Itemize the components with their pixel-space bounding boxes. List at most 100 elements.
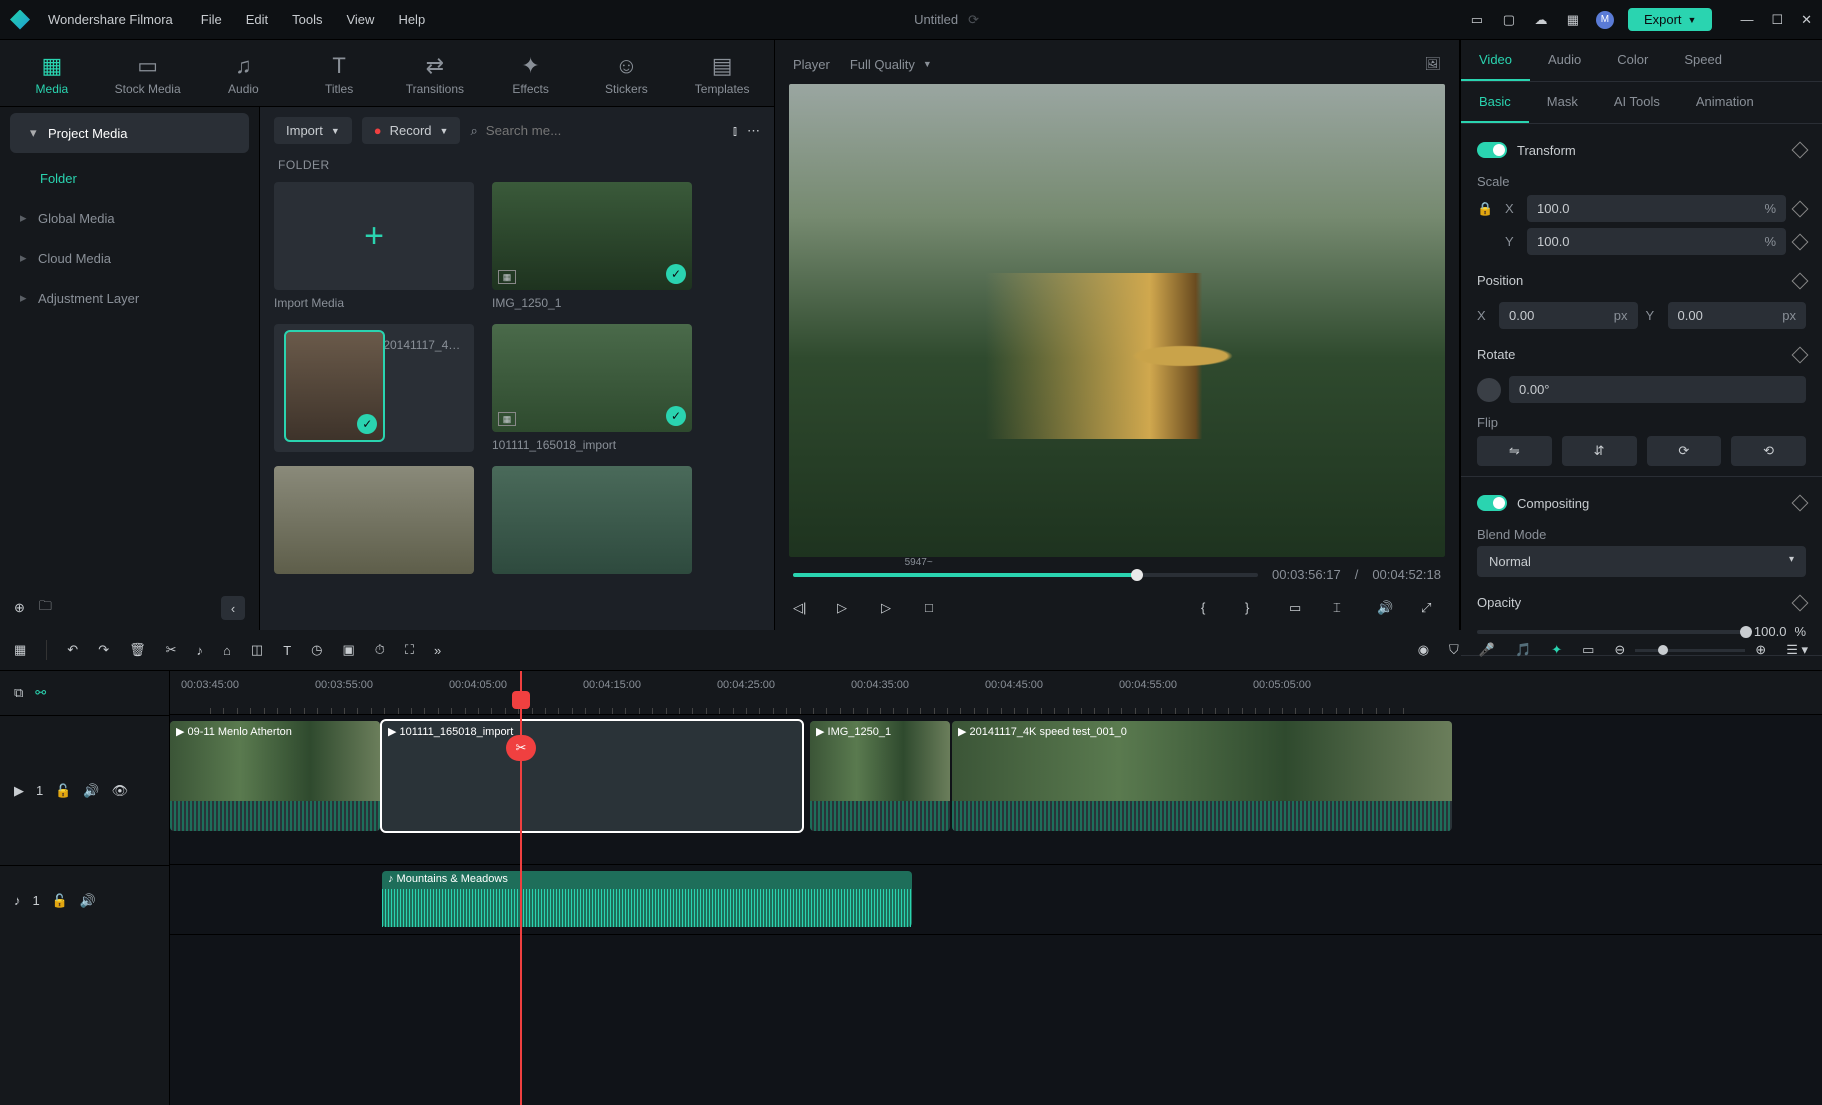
maximize-button[interactable]: ☐ bbox=[1771, 12, 1783, 28]
sidebar-global-media[interactable]: ▸Global Media bbox=[0, 198, 259, 238]
compositing-toggle[interactable] bbox=[1477, 495, 1507, 511]
module-media[interactable]: ▦Media bbox=[4, 46, 100, 106]
menu-file[interactable]: File bbox=[201, 12, 222, 27]
module-stock-media[interactable]: ▭Stock Media bbox=[100, 46, 196, 106]
menu-view[interactable]: View bbox=[346, 12, 374, 27]
media-thumb[interactable]: ▦✓ IMG_1250_1 bbox=[492, 182, 692, 310]
volume-icon[interactable]: 🔊 bbox=[1377, 600, 1397, 620]
sidebar-adjustment-layer[interactable]: ▸Adjustment Layer bbox=[0, 278, 259, 318]
module-effects[interactable]: ✦Effects bbox=[483, 46, 579, 106]
avatar[interactable]: M bbox=[1596, 11, 1614, 29]
collapse-sidebar-button[interactable]: ‹ bbox=[221, 596, 245, 620]
crop-icon[interactable]: ◫ bbox=[251, 642, 263, 658]
play-pause-button[interactable]: ▷ bbox=[837, 600, 857, 620]
menu-tools[interactable]: Tools bbox=[292, 12, 322, 27]
display-icon[interactable]: ▭ bbox=[1289, 600, 1309, 620]
text-icon[interactable]: T bbox=[283, 643, 291, 658]
layout-icon[interactable]: ▦ bbox=[14, 642, 26, 658]
lock-icon[interactable]: 🔒 bbox=[1477, 201, 1497, 217]
timer-icon[interactable]: ⏱ bbox=[375, 642, 385, 658]
more-icon[interactable]: ⋯ bbox=[747, 123, 760, 139]
apps-icon[interactable]: ▦ bbox=[1564, 11, 1582, 29]
timeline-clip[interactable]: ▶ 101111_165018_import bbox=[382, 721, 802, 831]
position-x-input[interactable]: 0.00px bbox=[1499, 302, 1638, 329]
audio-clip[interactable]: ♪ Mountains & Meadows bbox=[382, 871, 912, 927]
redo-button[interactable]: ↷ bbox=[98, 642, 109, 658]
split-button[interactable]: ✂ bbox=[166, 642, 177, 658]
timeline-options-icon[interactable]: ⧉ bbox=[14, 685, 23, 701]
undo-button[interactable]: ↶ bbox=[67, 642, 78, 658]
device-icon[interactable]: ▭ bbox=[1468, 11, 1486, 29]
stop-button[interactable]: □ bbox=[925, 600, 945, 620]
subtab-basic[interactable]: Basic bbox=[1461, 82, 1529, 123]
menu-help[interactable]: Help bbox=[398, 12, 425, 27]
playhead[interactable]: ✂ bbox=[520, 671, 522, 1105]
mark-out-button[interactable]: } bbox=[1245, 600, 1265, 620]
folder-icon[interactable]: 🗀 bbox=[39, 597, 52, 619]
lock-icon[interactable]: 🔓 bbox=[55, 783, 71, 799]
color-icon[interactable]: ▣ bbox=[342, 642, 354, 658]
menu-edit[interactable]: Edit bbox=[246, 12, 268, 27]
zoom-out-button[interactable]: ⊖ bbox=[1614, 642, 1625, 658]
snapshot-icon[interactable]: 🖼 bbox=[1424, 56, 1441, 72]
mic-icon[interactable]: 🎤 bbox=[1479, 642, 1495, 658]
flip-v-button[interactable]: ⇵ bbox=[1562, 436, 1637, 466]
ratio-icon[interactable]: ▭ bbox=[1582, 642, 1594, 658]
import-dropdown[interactable]: Import▼ bbox=[274, 117, 352, 144]
effect-icon[interactable]: ✦ bbox=[1551, 642, 1562, 658]
media-thumb[interactable] bbox=[274, 466, 474, 580]
next-frame-button[interactable]: ▷ bbox=[881, 600, 901, 620]
opacity-slider[interactable] bbox=[1477, 630, 1746, 634]
scale-x-input[interactable]: 100.0% bbox=[1527, 195, 1786, 222]
timeline-clip[interactable]: ▶ 09-11 Menlo Atherton bbox=[170, 721, 380, 831]
sidebar-project-media[interactable]: ▾Project Media bbox=[10, 113, 249, 153]
marker-icon[interactable]: ◉ bbox=[1418, 642, 1429, 658]
zoom-slider[interactable] bbox=[1635, 649, 1745, 652]
audio-icon[interactable]: ♪ bbox=[197, 643, 204, 658]
transform-toggle[interactable] bbox=[1477, 142, 1507, 158]
record-dropdown[interactable]: ●Record▼ bbox=[362, 117, 461, 144]
import-media-tile[interactable]: + Import Media bbox=[274, 182, 474, 310]
subtab-animation[interactable]: Animation bbox=[1678, 82, 1772, 123]
expand-icon[interactable]: ⛶ bbox=[405, 642, 414, 658]
sidebar-cloud-media[interactable]: ▸Cloud Media bbox=[0, 238, 259, 278]
video-track-header[interactable]: ▶1 🔓 🔊 👁 bbox=[0, 715, 169, 865]
keyframe-icon[interactable] bbox=[1792, 594, 1809, 611]
tab-color[interactable]: Color bbox=[1599, 40, 1666, 81]
media-thumb[interactable]: ▦✓ 101111_165018_import bbox=[492, 324, 692, 452]
tab-video[interactable]: Video bbox=[1461, 40, 1530, 81]
filter-icon[interactable]: ⫾ bbox=[733, 123, 737, 139]
tag-icon[interactable]: ⌂ bbox=[223, 643, 231, 658]
cloud-icon[interactable]: ☁ bbox=[1532, 11, 1550, 29]
module-templates[interactable]: ▤Templates bbox=[674, 46, 770, 106]
music-icon[interactable]: 🎵 bbox=[1515, 642, 1531, 658]
new-folder-icon[interactable]: ⊕ bbox=[14, 600, 25, 616]
timeline-clip[interactable]: ▶ IMG_1250_1 bbox=[810, 721, 950, 831]
media-thumb[interactable]: ✓ 20141117_4K speed test_00... bbox=[274, 324, 474, 452]
prev-frame-button[interactable]: ◁| bbox=[793, 600, 813, 620]
keyframe-icon[interactable] bbox=[1792, 495, 1809, 512]
mute-icon[interactable]: 🔊 bbox=[80, 893, 96, 909]
keyframe-icon[interactable] bbox=[1792, 142, 1809, 159]
module-titles[interactable]: TTitles bbox=[291, 46, 387, 106]
tab-audio[interactable]: Audio bbox=[1530, 40, 1599, 81]
scissors-icon[interactable]: ✂ bbox=[506, 735, 536, 761]
position-y-input[interactable]: 0.00px bbox=[1668, 302, 1807, 329]
preview-viewport[interactable] bbox=[789, 84, 1445, 557]
visibility-icon[interactable]: 👁 bbox=[112, 783, 129, 799]
audio-track-header[interactable]: ♪1 🔓 🔊 bbox=[0, 865, 169, 935]
subtab-aitools[interactable]: AI Tools bbox=[1596, 82, 1678, 123]
scale-y-input[interactable]: 100.0% bbox=[1527, 228, 1786, 255]
list-icon[interactable]: ☰ ▾ bbox=[1786, 642, 1808, 658]
rotate-input[interactable]: 0.00° bbox=[1509, 376, 1806, 403]
link-icon[interactable]: ⚯ bbox=[35, 685, 46, 701]
module-stickers[interactable]: ☺Stickers bbox=[579, 46, 675, 106]
fullscreen-icon[interactable]: ⤢ bbox=[1421, 600, 1441, 620]
timeline-clip[interactable]: ▶ 20141117_4K speed test_001_0 bbox=[952, 721, 1452, 831]
sidebar-folder[interactable]: Folder bbox=[0, 159, 259, 198]
sync-icon[interactable]: ⟳ bbox=[968, 12, 979, 28]
keyframe-icon[interactable] bbox=[1792, 233, 1809, 250]
quality-dropdown[interactable]: Full Quality▼ bbox=[850, 57, 932, 72]
module-audio[interactable]: ♫Audio bbox=[196, 46, 292, 106]
tab-speed[interactable]: Speed bbox=[1666, 40, 1740, 81]
